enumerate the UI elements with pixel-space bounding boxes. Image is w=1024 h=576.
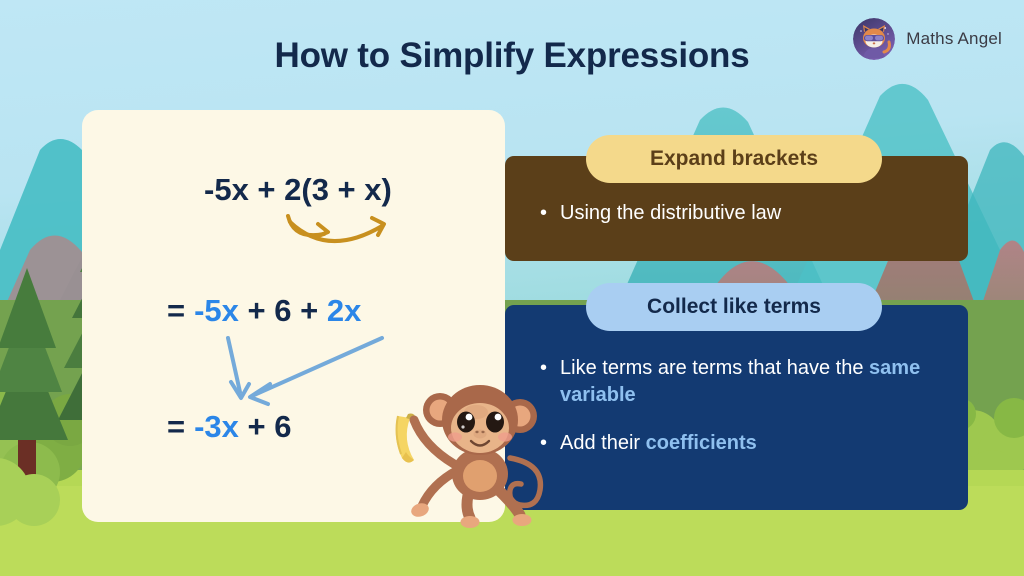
term-plus-6: + 6: [247, 409, 292, 444]
equation-line-2: = -5x + 6 + 2x: [167, 293, 361, 329]
list-item: • Add their coefficients: [540, 430, 960, 457]
collect-arrows-icon: [226, 336, 384, 406]
bullet-list-expand: • Using the distributive law: [540, 200, 960, 249]
infographic-canvas: How to Simplify Expressions Maths Angel …: [0, 0, 1024, 576]
distribute-arrows-icon: [286, 214, 386, 244]
equation-line-3: = -3x + 6: [167, 409, 292, 445]
bullet-list-collect: • Like terms are terms that have the sam…: [540, 355, 960, 479]
bullet-text: Like terms are terms that have the same …: [560, 357, 921, 406]
bullet-text: Add their coefficients: [560, 432, 757, 455]
term-plus-6: + 6 +: [247, 293, 319, 328]
equation-line-1: -5x + 2(3 + x): [204, 172, 392, 208]
brand-logo[interactable]: Maths Angel: [853, 18, 1002, 60]
term-minus-5x: -5x: [194, 293, 239, 328]
list-item: • Using the distributive law: [540, 200, 960, 227]
brand-name: Maths Angel: [906, 29, 1002, 48]
step-pill-expand[interactable]: Expand brackets: [586, 135, 882, 183]
term-2x: 2x: [326, 293, 362, 328]
step-pill-collect[interactable]: Collect like terms: [586, 283, 882, 331]
monkey-mascot-icon: [395, 385, 544, 528]
bullet-text: Using the distributive law: [560, 202, 782, 224]
bullet-dot-icon: •: [540, 202, 548, 224]
equals-sign: =: [167, 409, 186, 444]
term-minus-3x: -3x: [194, 409, 239, 444]
bullet-highlight: coefficients: [645, 432, 757, 455]
equals-sign: =: [167, 293, 186, 328]
list-item: • Like terms are terms that have the sam…: [540, 355, 960, 408]
cat-logo-icon: [853, 18, 896, 60]
equation-line-1-text: -5x + 2(3 + x): [204, 172, 392, 207]
